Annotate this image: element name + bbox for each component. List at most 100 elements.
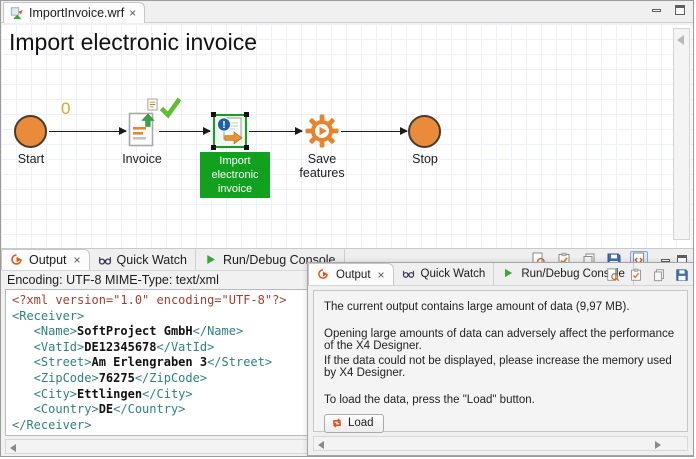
edge-save-stop[interactable] — [341, 131, 407, 132]
save-output-icon[interactable] — [673, 266, 691, 284]
message-horizontal-scrollbar[interactable] — [313, 436, 688, 451]
import-label-line: electronic — [200, 168, 270, 182]
load-button-label: Load — [348, 417, 374, 429]
xml-segment-tag: <Country> — [12, 402, 99, 416]
xml-output-view[interactable]: <?xml version="1.0" encoding="UTF-8"?> <R… — [5, 289, 320, 436]
node-save-label: Save features — [284, 152, 360, 180]
xml-segment-text: Ettlingen — [77, 387, 142, 401]
msg-tab-output-close-icon[interactable]: × — [378, 268, 385, 282]
large-output-message: The current output contains large amount… — [313, 290, 688, 432]
node-start-label: Start — [13, 152, 49, 166]
validate-output-icon[interactable] — [627, 266, 645, 284]
gear-play-icon — [304, 113, 340, 149]
selection-handle[interactable] — [211, 145, 216, 150]
scroll-left-icon[interactable] — [10, 444, 16, 452]
xml-line: <ZipCode>76275</ZipCode> — [12, 371, 313, 387]
success-check-icon — [157, 94, 183, 125]
load-button[interactable]: Load — [324, 414, 384, 433]
xml-segment-tag: </ZipCode> — [135, 371, 207, 385]
xml-segment-text: Am Erlengraben 3 — [91, 355, 207, 369]
tab-quick-watch[interactable]: Quick Watch — [90, 249, 196, 270]
play-icon — [502, 267, 516, 281]
message-panel-tab-bar: Output × Quick Watch Run/Debug Console — [308, 263, 693, 286]
node-invoice[interactable] — [128, 112, 156, 149]
xml-line: <Country>DE</Country> — [12, 402, 313, 418]
message-panel-toolbar — [604, 266, 691, 284]
workflow-canvas[interactable]: Import electronic invoice Start 0 — [1, 24, 693, 248]
editor-tab-label: ImportInvoice.wrf — [29, 6, 124, 20]
msg-tab-quick-watch[interactable]: Quick Watch — [394, 263, 495, 285]
tab-quick-watch-label: Quick Watch — [117, 253, 187, 267]
node-invoice-label: Invoice — [119, 152, 165, 166]
xml-line: </Receiver> — [12, 418, 313, 434]
scroll-left-icon[interactable] — [318, 441, 324, 449]
encoding-info: Encoding: UTF-8 MIME-Type: text/xml — [7, 273, 219, 287]
selection-handle[interactable] — [244, 145, 249, 150]
xml-line: <?xml version="1.0" encoding="UTF-8"?> — [12, 293, 313, 309]
output-icon — [317, 268, 331, 282]
xml-segment-tag: </Country> — [113, 402, 185, 416]
load-refresh-icon — [331, 417, 343, 429]
xml-line: <Street>Am Erlengraben 3</Street> — [12, 355, 313, 371]
xml-line: <City>Ettlingen</City> — [12, 387, 313, 403]
collapsed-palette[interactable] — [673, 28, 690, 240]
edge-start-invoice[interactable] — [49, 131, 126, 132]
tab-output-label: Output — [29, 253, 67, 267]
import-label-line: invoice — [200, 182, 270, 196]
xml-segment-tag: <Receiver> — [12, 309, 84, 323]
import-invoice-icon: ! — [215, 116, 245, 146]
node-start[interactable] — [14, 115, 47, 148]
find-in-output-icon[interactable] — [604, 266, 622, 284]
workflow-file-icon — [10, 6, 24, 20]
svg-text:!: ! — [222, 119, 226, 131]
editor-window-buttons — [652, 5, 685, 15]
output-horizontal-scrollbar[interactable] — [5, 439, 308, 454]
xml-segment-tag: <VatId> — [12, 340, 84, 354]
msg-tab-quick-watch-label: Quick Watch — [421, 268, 486, 280]
expand-palette-icon[interactable] — [677, 35, 684, 45]
message-line-memory: If the data could not be displayed, plea… — [324, 355, 677, 379]
xml-segment-tag: <City> — [12, 387, 77, 401]
copy-output-icon[interactable] — [650, 266, 668, 284]
output-icon — [10, 253, 24, 267]
selection-handle[interactable] — [244, 112, 249, 117]
edge-count-label: 0 — [61, 99, 70, 119]
node-save-features[interactable] — [304, 113, 340, 149]
node-stop-label: Stop — [409, 152, 441, 166]
xml-segment-tag: <Street> — [12, 355, 91, 369]
spacer — [324, 382, 677, 394]
message-line-load-hint: To load the data, press the "Load" butto… — [324, 394, 677, 406]
node-import-label: Import electronic invoice — [200, 152, 270, 198]
xml-segment-text: 76275 — [99, 371, 135, 385]
xml-segment-text: DE — [99, 402, 113, 416]
editor-tab-close-icon[interactable]: × — [129, 6, 136, 20]
import-label-line: Import — [200, 154, 270, 168]
xml-segment-tag: </Receiver> — [12, 418, 91, 432]
msg-tab-output-label: Output — [336, 269, 371, 281]
msg-tab-output[interactable]: Output × — [308, 263, 394, 286]
scroll-right-icon[interactable] — [655, 441, 661, 449]
message-line-performance: Opening large amounts of data can advers… — [324, 328, 677, 352]
glasses-icon — [98, 253, 112, 267]
xml-segment-tag: </City> — [142, 387, 193, 401]
edge-import-save[interactable] — [249, 131, 302, 132]
xml-segment-prolog: <?xml version="1.0" encoding="UTF-8"?> — [12, 293, 287, 307]
tab-output[interactable]: Output × — [1, 249, 90, 270]
xml-segment-tag: <Name> — [12, 324, 77, 338]
workflow-title: Import electronic invoice — [9, 29, 257, 56]
message-line-size: The current output contains large amount… — [324, 301, 677, 313]
selection-handle[interactable] — [211, 112, 216, 117]
maximize-icon[interactable] — [675, 5, 685, 15]
editor-tab-importinvoice[interactable]: ImportInvoice.wrf × — [3, 2, 145, 23]
node-stop[interactable] — [408, 115, 441, 148]
glasses-icon — [402, 267, 416, 281]
output-message-panel: Output × Quick Watch Run/Debug Console — [307, 262, 694, 456]
xml-segment-text: SoftProject GmbH — [77, 324, 193, 338]
node-import-electronic-invoice[interactable]: ! — [213, 114, 247, 148]
xml-line: <Receiver> — [12, 309, 313, 325]
minimize-icon[interactable] — [652, 9, 661, 12]
xml-segment-tag: </VatId> — [157, 340, 215, 354]
edge-invoice-import[interactable] — [159, 131, 210, 132]
spacer — [324, 316, 677, 328]
tab-output-close-icon[interactable]: × — [74, 253, 81, 267]
